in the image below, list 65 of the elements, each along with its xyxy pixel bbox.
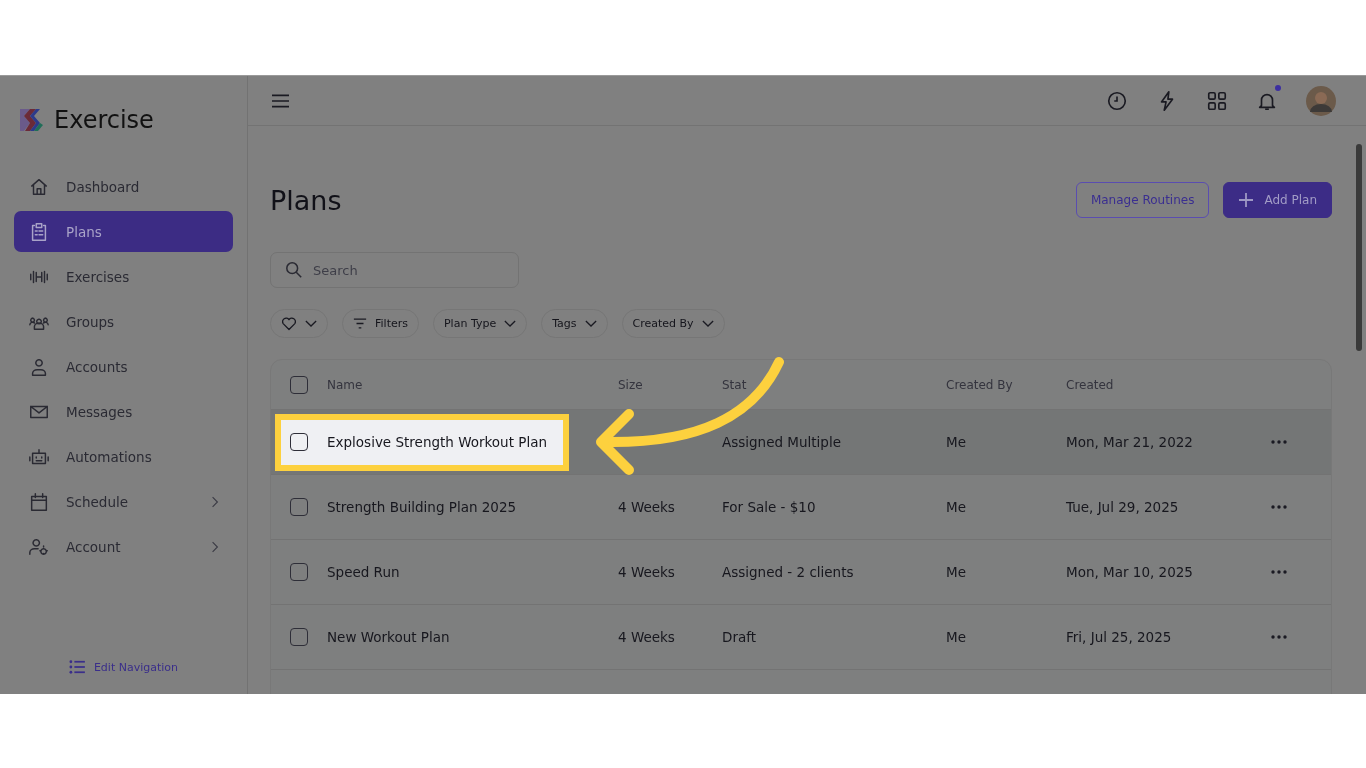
more-icon[interactable] <box>1271 635 1287 639</box>
heart-icon <box>281 316 297 331</box>
chevron-right-icon <box>211 540 219 553</box>
logo-icon <box>18 107 44 133</box>
column-header: Created By <box>946 377 1014 392</box>
table-cell-text: Me <box>946 629 967 645</box>
sidebar-item[interactable]: Groups <box>14 301 233 342</box>
search-field[interactable]: Search <box>270 252 519 288</box>
clock-icon[interactable] <box>1106 89 1128 112</box>
column-header: Name <box>327 377 364 392</box>
plan-name[interactable]: Strength Building Plan 2025 <box>327 499 618 515</box>
list-icon <box>68 660 85 674</box>
add-plan-button[interactable]: Add Plan <box>1223 182 1332 218</box>
menu-icon[interactable] <box>272 93 289 108</box>
table-cell-text: Me <box>946 564 967 580</box>
avatar[interactable] <box>1306 85 1336 116</box>
table-cell-text: Fri, Jul 25, 2025 <box>1066 629 1173 645</box>
sidebar-item[interactable]: Messages <box>14 391 233 432</box>
sidebar-item[interactable]: Dashboard <box>14 166 233 207</box>
app-name: Exercise <box>54 106 154 134</box>
grid-icon[interactable] <box>1206 89 1228 112</box>
sidebar-item[interactable]: Account <box>14 526 233 567</box>
chevron-down-icon <box>584 320 597 327</box>
table-cell: 4 Weeks <box>618 564 675 580</box>
plan-name[interactable]: New Workout Plan <box>327 629 618 645</box>
table-cell-text: Mon, Mar 21, 2022 <box>1066 434 1194 450</box>
table-cell-text: Tue, Jul 29, 2025 <box>1066 499 1180 515</box>
sidebar-item[interactable]: Accounts <box>14 346 233 387</box>
table-cell-text: Assigned Multiple <box>722 434 842 450</box>
page-title: Plans <box>270 184 342 216</box>
table-cell-text: Mon, Mar 10, 2025 <box>1066 564 1194 580</box>
sidebar-item[interactable]: Automations <box>14 436 233 477</box>
search-icon <box>285 261 303 279</box>
sidebar-item[interactable]: Plans <box>14 211 233 252</box>
table-cell-text: Assigned - 2 clients <box>722 564 855 580</box>
table-cell-text: Me <box>946 434 967 450</box>
row-checkbox[interactable] <box>290 433 308 451</box>
row-checkbox[interactable] <box>290 563 308 581</box>
select-all-checkbox[interactable] <box>290 375 308 394</box>
filter-icon <box>353 318 367 329</box>
row-checkbox[interactable] <box>290 498 308 516</box>
chevron-down-icon <box>701 320 714 327</box>
more-icon[interactable] <box>1271 570 1287 574</box>
table-cell: 4 Weeks <box>618 499 675 515</box>
sidebar-item[interactable]: Schedule <box>14 481 233 522</box>
plan-name[interactable]: Explosive Strength Workout Plan <box>327 434 618 450</box>
column-header: Size <box>618 377 644 392</box>
sidebar-item[interactable]: Exercises <box>14 256 233 297</box>
row-checkbox[interactable] <box>290 628 308 646</box>
manage-routines-button[interactable]: Manage Routines <box>1075 182 1210 218</box>
chevron-down-icon <box>504 320 517 327</box>
column-header: Stat <box>722 377 748 392</box>
plus-icon <box>1238 192 1255 208</box>
table-cell-text: Me <box>946 499 967 515</box>
column-header: Created <box>1066 377 1115 392</box>
more-icon[interactable] <box>1271 440 1287 444</box>
plan-name[interactable]: Speed Run <box>327 564 618 580</box>
calendar-icon <box>28 490 50 513</box>
table-cell-text: Draft <box>722 629 758 645</box>
more-icon[interactable] <box>1271 505 1287 509</box>
table-cell-text: For Sale - $10 <box>722 499 817 515</box>
table-cell: 4 Weeks <box>618 629 675 645</box>
chevron-down-icon <box>305 320 317 327</box>
chevron-right-icon <box>211 495 219 508</box>
edit-navigation-link[interactable]: Edit Navigation <box>68 660 179 674</box>
